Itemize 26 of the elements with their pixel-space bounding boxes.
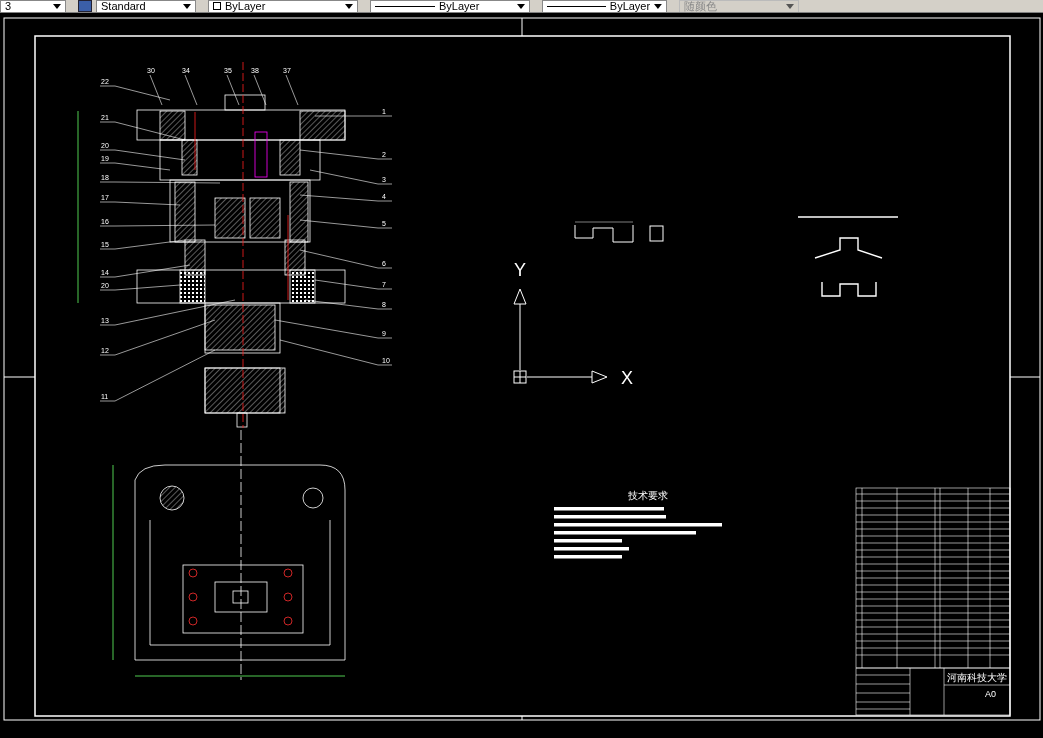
caret-icon — [183, 3, 191, 9]
toolbar-dropdown[interactable]: ByLayer — [370, 0, 530, 12]
leader-line — [226, 74, 240, 106]
leader-line — [285, 74, 299, 106]
axis-label: X — [621, 368, 633, 388]
leader-line — [253, 74, 267, 106]
line-sample-icon — [547, 5, 606, 7]
caret-icon — [517, 3, 525, 9]
leader-line — [184, 74, 198, 106]
toolbar-dropdown[interactable]: 3 — [0, 0, 66, 12]
toolbar-dropdown[interactable]: Standard — [96, 0, 196, 12]
leader-line — [99, 162, 171, 171]
caret-icon — [53, 3, 61, 9]
ucs-axis-icon — [513, 288, 608, 384]
line-sample-icon — [375, 5, 435, 7]
axis-label: Y — [514, 260, 526, 280]
sheet-size: A0 — [985, 689, 996, 699]
toolbar-dropdown[interactable]: ByLayer — [542, 0, 667, 12]
school-name: 河南科技大学 — [947, 672, 1007, 683]
color-swatch-icon — [213, 2, 221, 10]
caret-icon — [786, 3, 794, 9]
caret-icon — [654, 3, 662, 9]
toolbar-dropdown[interactable]: ByLayer — [208, 0, 358, 12]
text-style-icon[interactable] — [78, 0, 92, 12]
notes-title: 技术要求 — [628, 490, 668, 501]
caret-icon — [345, 3, 353, 9]
